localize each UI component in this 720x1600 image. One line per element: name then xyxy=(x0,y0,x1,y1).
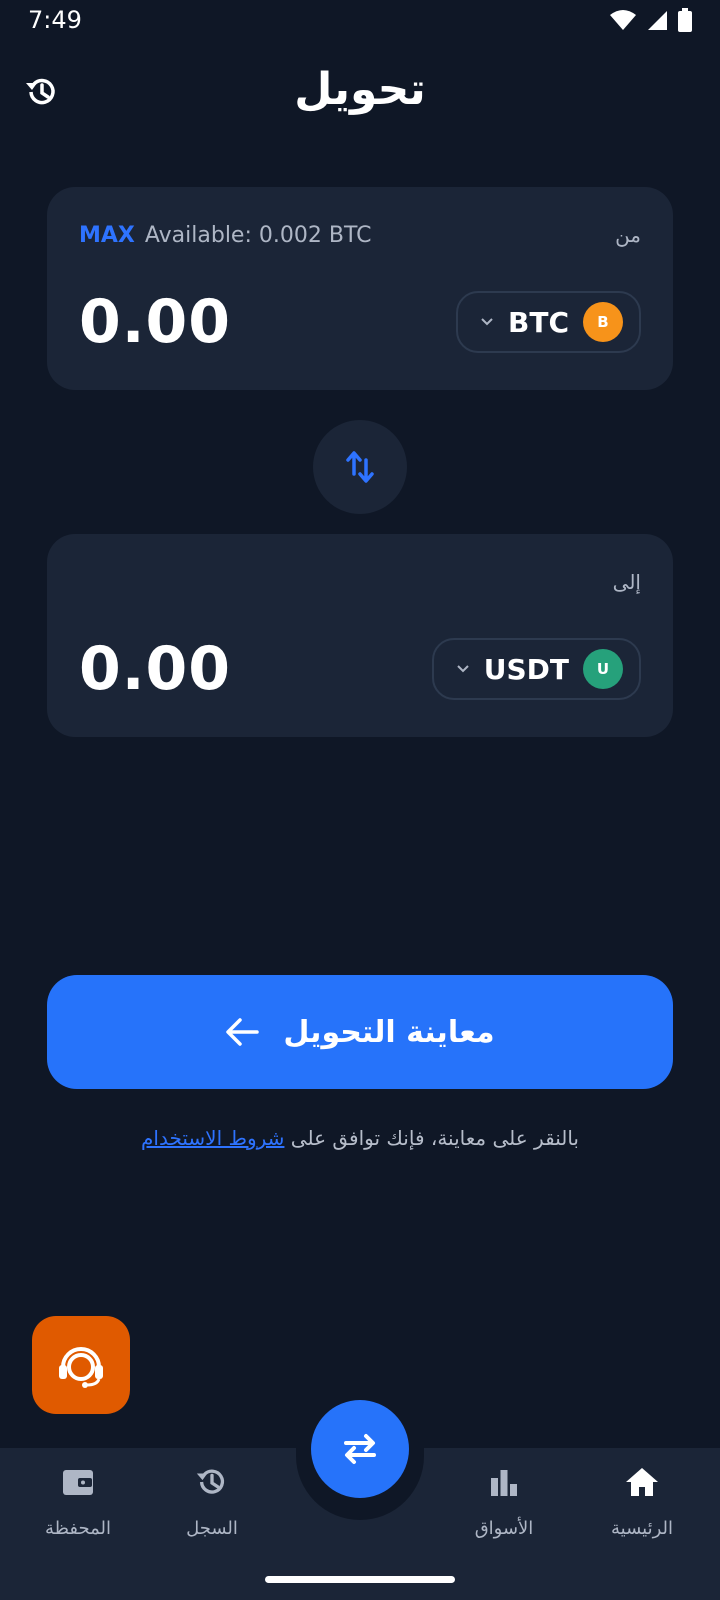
wifi-icon xyxy=(610,10,636,30)
available-balance: Available: 0.002 BTC xyxy=(144,223,372,248)
preview-button-label: معاينة التحويل xyxy=(283,1014,495,1050)
home-indicator[interactable] xyxy=(265,1576,455,1583)
usdt-coin-icon: U xyxy=(583,649,623,689)
headset-support-icon xyxy=(59,1347,103,1388)
page-title: تحويل xyxy=(294,64,426,115)
status-time: 7:49 xyxy=(28,6,82,34)
header: تحويل xyxy=(0,56,720,126)
from-card: MAX Available: 0.002 BTC من 0.00 BTC B xyxy=(47,187,673,390)
terms-text: بالنقر على معاينة، فإنك توافق على xyxy=(284,1126,579,1150)
to-coin-symbol: USDT xyxy=(483,652,569,686)
arrow-left-icon xyxy=(226,1018,260,1046)
to-card: إلى 0.00 USDT U xyxy=(47,534,673,737)
status-bar: 7:49 xyxy=(0,0,720,44)
terms-notice: بالنقر على معاينة، فإنك توافق على شروط ا… xyxy=(0,1126,720,1150)
status-icons xyxy=(610,8,692,32)
bar-chart-icon xyxy=(491,1470,517,1496)
nav-label-wallet: المحفظة xyxy=(44,1518,112,1539)
signal-icon xyxy=(648,11,667,30)
btc-coin-icon: B xyxy=(583,302,623,342)
max-button[interactable]: MAX xyxy=(79,223,135,248)
to-label: إلى xyxy=(612,570,641,594)
to-coin-selector[interactable]: USDT U xyxy=(431,638,641,700)
chevron-down-icon xyxy=(457,665,469,673)
nav-item-wallet[interactable]: المحفظة xyxy=(18,1462,138,1539)
support-button[interactable] xyxy=(32,1316,130,1414)
nav-item-history[interactable]: السجل xyxy=(152,1462,272,1539)
nav-label-home: الرئيسية xyxy=(611,1518,673,1539)
nav-item-markets[interactable]: الأسواق xyxy=(444,1462,564,1539)
convert-fab-button[interactable] xyxy=(311,1400,409,1498)
from-label: من xyxy=(615,223,641,247)
swap-direction-button[interactable] xyxy=(313,420,407,514)
terms-of-use-link[interactable]: شروط الاستخدام xyxy=(141,1126,284,1150)
swap-horizontal-icon xyxy=(344,1434,376,1464)
from-amount-input[interactable]: 0.00 xyxy=(79,287,231,357)
to-amount-input[interactable]: 0.00 xyxy=(79,634,231,704)
available-row: MAX Available: 0.002 BTC xyxy=(79,223,371,248)
from-coin-symbol: BTC xyxy=(508,305,569,339)
chevron-down-icon xyxy=(481,318,493,326)
swap-vertical-icon xyxy=(346,451,374,483)
nav-label-markets: الأسواق xyxy=(474,1518,534,1539)
battery-icon xyxy=(678,8,692,32)
from-coin-selector[interactable]: BTC B xyxy=(456,291,641,353)
wallet-icon xyxy=(63,1470,93,1495)
nav-label-history: السجل xyxy=(186,1518,238,1539)
preview-convert-button[interactable]: معاينة التحويل xyxy=(47,975,673,1089)
home-icon xyxy=(626,1468,658,1496)
history-icon xyxy=(196,1469,225,1494)
nav-item-home[interactable]: الرئيسية xyxy=(582,1462,702,1539)
